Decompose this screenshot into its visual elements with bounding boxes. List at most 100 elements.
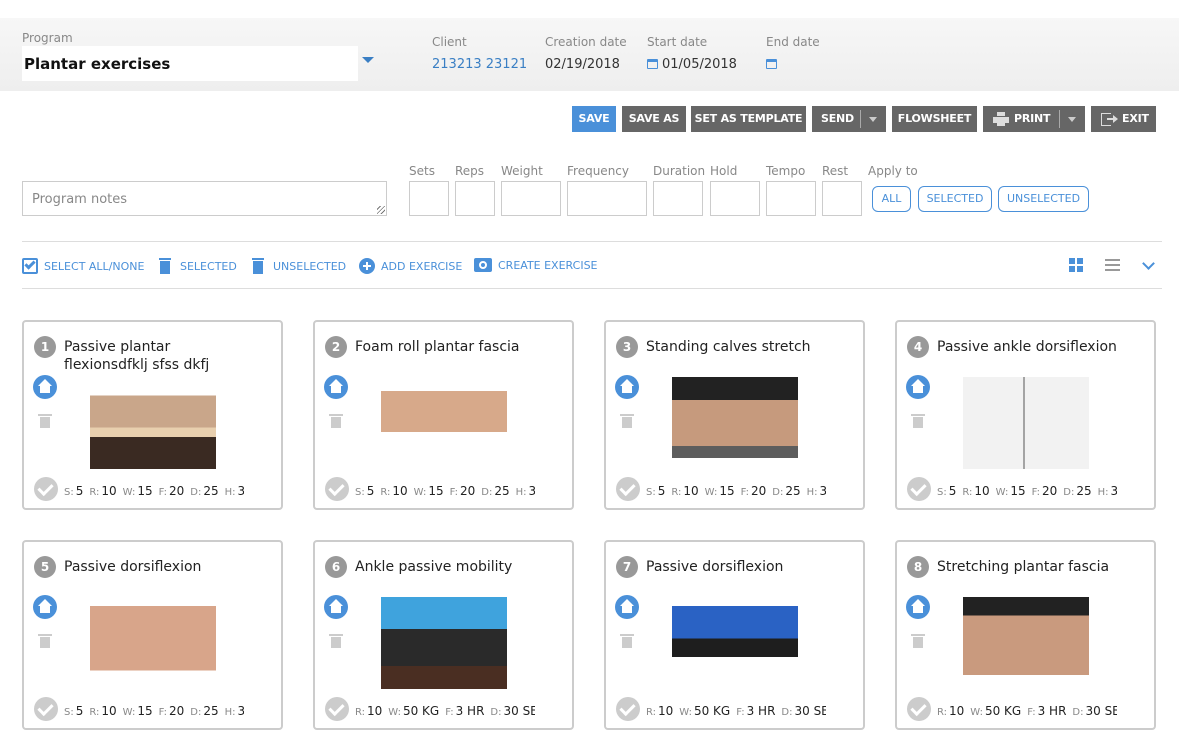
- param-value: 50 KG: [984, 704, 1022, 718]
- resize-handle-icon[interactable]: [377, 206, 385, 214]
- exercise-image[interactable]: [90, 377, 216, 469]
- trash-icon[interactable]: [620, 414, 634, 428]
- trash-icon[interactable]: [329, 414, 343, 428]
- program-notes-input[interactable]: [22, 181, 387, 216]
- exercise-card[interactable]: 7 Passive dorsiflexion R: 10 W: 50 KG F: 3 HR…: [604, 540, 865, 730]
- select-checkmark-icon[interactable]: [907, 477, 931, 501]
- tempo-input[interactable]: [766, 181, 816, 216]
- home-exercise-icon[interactable]: [324, 375, 348, 399]
- exercise-image[interactable]: [381, 377, 507, 469]
- exercise-title[interactable]: Passive dorsiflexion: [646, 558, 836, 576]
- exercise-card[interactable]: 4 Passive ankle dorsiflexion S: 5 R: 10 W: 15…: [895, 320, 1156, 510]
- calendar-icon[interactable]: [647, 59, 658, 69]
- exercise-params: S: 5 R: 10 W: 15 F: 20 D: 25 H: 3: [937, 484, 1117, 498]
- param-value: 10: [949, 704, 965, 718]
- apply-unselected-button[interactable]: UNSELECTED: [998, 186, 1089, 212]
- home-exercise-icon[interactable]: [906, 595, 930, 619]
- home-exercise-icon[interactable]: [324, 595, 348, 619]
- home-exercise-icon[interactable]: [615, 375, 639, 399]
- exercise-title[interactable]: Ankle passive mobility: [355, 558, 545, 576]
- home-exercise-icon[interactable]: [615, 595, 639, 619]
- exercise-image[interactable]: [672, 377, 798, 469]
- exercise-image[interactable]: [963, 377, 1089, 469]
- reps-input[interactable]: [455, 181, 495, 216]
- param: R: 10: [646, 704, 673, 718]
- param-value: 15: [1010, 484, 1026, 498]
- home-exercise-icon[interactable]: [33, 595, 57, 619]
- param: F: 20: [1032, 484, 1058, 498]
- send-button[interactable]: SEND: [821, 106, 854, 132]
- select-checkmark-icon[interactable]: [907, 697, 931, 721]
- calendar-icon[interactable]: [766, 59, 777, 69]
- exercise-card[interactable]: 3 Standing calves stretch S: 5 R: 10 W: 15 F: 2…: [604, 320, 865, 510]
- add-exercise-button[interactable]: ADD EXERCISE: [359, 258, 462, 274]
- tempo-label: Tempo: [766, 164, 806, 178]
- flowsheet-button[interactable]: FLOWSHEET: [892, 106, 977, 132]
- exercise-card[interactable]: 8 Stretching plantar fascia R: 10 W: 50 KG F…: [895, 540, 1156, 730]
- apply-selected-button[interactable]: SELECTED: [918, 186, 992, 212]
- exercise-card[interactable]: 6 Ankle passive mobility R: 10 W: 50 KG F: 3 …: [313, 540, 574, 730]
- frequency-input[interactable]: [567, 181, 647, 216]
- exercise-image[interactable]: [381, 597, 507, 689]
- exercise-title[interactable]: Standing calves stretch: [646, 338, 836, 356]
- exercise-image[interactable]: [90, 597, 216, 689]
- list-view-icon[interactable]: [1105, 258, 1120, 273]
- param-key: R:: [646, 707, 657, 718]
- trash-icon[interactable]: [620, 634, 634, 648]
- param-value: 15: [428, 484, 444, 498]
- param-key: S:: [355, 487, 365, 498]
- select-checkmark-icon[interactable]: [34, 697, 58, 721]
- exercise-title[interactable]: Passive ankle dorsiflexion: [937, 338, 1127, 356]
- client-link[interactable]: 213213 23121: [432, 57, 527, 72]
- param: S: 5: [64, 704, 83, 718]
- home-exercise-icon[interactable]: [33, 375, 57, 399]
- trash-icon[interactable]: [38, 634, 52, 648]
- exercise-title[interactable]: Stretching plantar fascia: [937, 558, 1127, 576]
- exit-button[interactable]: EXIT: [1091, 106, 1156, 132]
- param: R: 10: [380, 484, 407, 498]
- chevron-down-icon[interactable]: [1142, 257, 1155, 270]
- save-button[interactable]: SAVE: [572, 106, 616, 132]
- select-checkmark-icon[interactable]: [325, 477, 349, 501]
- start-date-field[interactable]: 01/05/2018: [647, 57, 737, 72]
- exercise-image[interactable]: [672, 597, 798, 689]
- set-as-template-button[interactable]: SET AS TEMPLATE: [691, 106, 806, 132]
- program-name-input[interactable]: [22, 46, 358, 81]
- param-key: H:: [224, 487, 236, 498]
- hold-input[interactable]: [710, 181, 760, 216]
- select-checkmark-icon[interactable]: [616, 477, 640, 501]
- trash-icon[interactable]: [38, 414, 52, 428]
- select-checkmark-icon[interactable]: [616, 697, 640, 721]
- weight-input[interactable]: [501, 181, 561, 216]
- save-as-button[interactable]: SAVE AS: [622, 106, 686, 132]
- end-date-field[interactable]: [766, 57, 781, 72]
- exercise-card[interactable]: 1 Passive plantar flexionsdfklj sfss dkf…: [22, 320, 283, 510]
- exercise-image[interactable]: [963, 597, 1089, 689]
- rest-input[interactable]: [822, 181, 862, 216]
- trash-icon[interactable]: [911, 414, 925, 428]
- print-button[interactable]: PRINT: [1014, 106, 1051, 132]
- delete-selected-button[interactable]: SELECTED: [159, 258, 237, 274]
- select-checkmark-icon[interactable]: [325, 697, 349, 721]
- param: S: 5: [64, 484, 83, 498]
- apply-all-button[interactable]: ALL: [872, 186, 911, 212]
- exercise-title[interactable]: Passive dorsiflexion: [64, 558, 254, 576]
- create-exercise-button[interactable]: CREATE EXERCISE: [474, 258, 598, 272]
- delete-unselected-button[interactable]: UNSELECTED: [252, 258, 346, 274]
- select-all-none-button[interactable]: SELECT ALL/NONE: [22, 258, 144, 274]
- duration-input[interactable]: [653, 181, 703, 216]
- trash-icon[interactable]: [329, 634, 343, 648]
- exercise-card[interactable]: 2 Foam roll plantar fascia S: 5 R: 10 W: 15 F:…: [313, 320, 574, 510]
- select-checkmark-icon[interactable]: [34, 477, 58, 501]
- exercise-title[interactable]: Foam roll plantar fascia: [355, 338, 545, 356]
- grid-view-icon[interactable]: [1069, 258, 1084, 273]
- exercise-card[interactable]: 5 Passive dorsiflexion S: 5 R: 10 W: 15 F: 20 D:…: [22, 540, 283, 730]
- program-dropdown-icon[interactable]: [362, 57, 374, 63]
- send-dropdown-icon[interactable]: [869, 117, 877, 122]
- param-key: D:: [781, 707, 793, 718]
- trash-icon[interactable]: [911, 634, 925, 648]
- home-exercise-icon[interactable]: [906, 375, 930, 399]
- exercise-title[interactable]: Passive plantar flexionsdfklj sfss dkfj: [64, 338, 254, 374]
- sets-input[interactable]: [409, 181, 449, 216]
- print-dropdown-icon[interactable]: [1068, 117, 1076, 122]
